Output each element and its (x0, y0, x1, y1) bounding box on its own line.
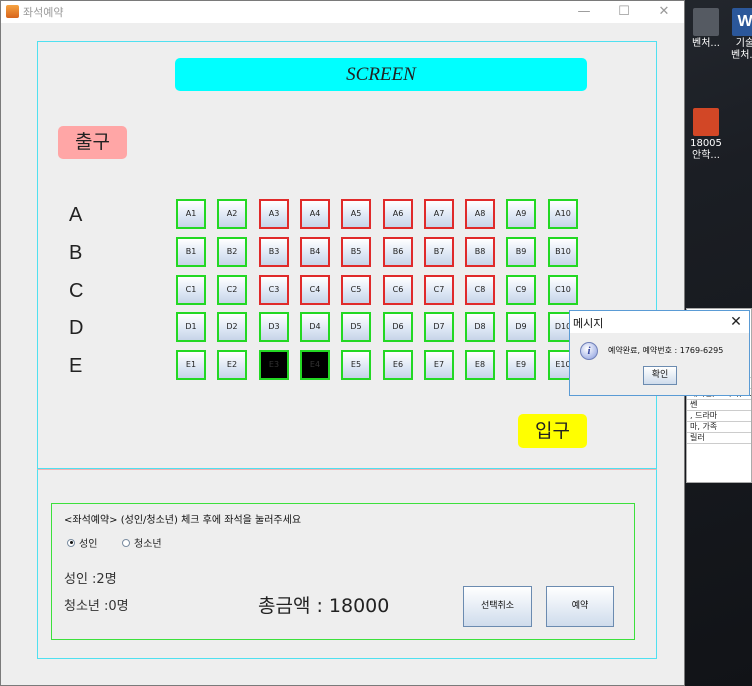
total-amount: 총금액 :18000 (258, 591, 389, 618)
list-item: 릴러 (687, 433, 751, 444)
dialog-title: 메시지 (573, 317, 604, 330)
title-bar[interactable]: 좌석예약 — ☐ ✕ (1, 1, 684, 23)
dialog-ok-button[interactable]: 확인 (643, 366, 677, 385)
seat-button-d7[interactable]: D7 (424, 312, 454, 342)
seat-button-c3[interactable]: C3 (259, 275, 289, 305)
seat-button-a9[interactable]: A9 (506, 199, 536, 229)
radio-youth-label: 청소년 (134, 539, 162, 550)
seat-button-d1[interactable]: D1 (176, 312, 206, 342)
seat-button-a2[interactable]: A2 (217, 199, 247, 229)
seat-button-c4[interactable]: C4 (300, 275, 330, 305)
seat-button-a1[interactable]: A1 (176, 199, 206, 229)
radio-youth[interactable]: 청소년 (122, 535, 162, 550)
folder-icon (693, 8, 719, 36)
seat-button-d2[interactable]: D2 (217, 312, 247, 342)
seat-button-a6[interactable]: A6 (383, 199, 413, 229)
row-label-c: C (69, 280, 84, 302)
entrance-label: 입구 (518, 414, 587, 448)
desktop-icon-label: 18005 안학... (690, 138, 722, 161)
total-label: 총금액 : (258, 595, 323, 617)
seat-button-b7[interactable]: B7 (424, 237, 454, 267)
seat-button-e6[interactable]: E6 (383, 350, 413, 380)
seat-button-a7[interactable]: A7 (424, 199, 454, 229)
row-label-e: E (69, 355, 83, 377)
window-title: 좌석예약 (23, 6, 64, 19)
row-label-d: D (69, 317, 84, 339)
powerpoint-icon (693, 108, 719, 136)
seat-button-e7[interactable]: E7 (424, 350, 454, 380)
dialog-close-button[interactable]: ✕ (727, 312, 745, 332)
seat-button-d3[interactable]: D3 (259, 312, 289, 342)
seat-button-d6[interactable]: D6 (383, 312, 413, 342)
seat-button-c6[interactable]: C6 (383, 275, 413, 305)
dialog-message: 예약완료, 예약번호 : 1769-6295 (608, 346, 724, 355)
seat-button-c2[interactable]: C2 (217, 275, 247, 305)
java-app-icon (6, 5, 19, 18)
list-item: 마, 가족 (687, 422, 751, 433)
instruction-text: <좌석예약> (성인/청소년) 체크 후에 좌석을 눌러주세요 (64, 515, 302, 526)
adult-count: 성인 :2명 (64, 572, 117, 587)
seat-button-e5[interactable]: E5 (341, 350, 371, 380)
seat-button-b2[interactable]: B2 (217, 237, 247, 267)
message-dialog: 메시지 ✕ i 예약완료, 예약번호 : 1769-6295 확인 (569, 310, 750, 396)
seat-button-e4[interactable]: E4 (300, 350, 330, 380)
desktop-ppt-doc[interactable]: 18005 안학... (684, 108, 728, 162)
row-label-a: A (69, 204, 83, 226)
seat-button-b1[interactable]: B1 (176, 237, 206, 267)
seat-button-a8[interactable]: A8 (465, 199, 495, 229)
dialog-title-bar[interactable]: 메시지 ✕ (570, 311, 749, 333)
maximize-button[interactable]: ☐ (609, 2, 639, 22)
seat-button-d5[interactable]: D5 (341, 312, 371, 342)
seat-button-b6[interactable]: B6 (383, 237, 413, 267)
row-label-b: B (69, 242, 83, 264)
list-item: 쎈 (687, 400, 751, 411)
seat-button-a3[interactable]: A3 (259, 199, 289, 229)
seat-button-b10[interactable]: B10 (548, 237, 578, 267)
seat-button-d4[interactable]: D4 (300, 312, 330, 342)
seat-button-d9[interactable]: D9 (506, 312, 536, 342)
seat-button-e3[interactable]: E3 (259, 350, 289, 380)
seat-button-c1[interactable]: C1 (176, 275, 206, 305)
seat-button-a10[interactable]: A10 (548, 199, 578, 229)
seat-button-a4[interactable]: A4 (300, 199, 330, 229)
list-item: , 드라마 (687, 411, 751, 422)
desktop-icon-label: 기술 벤처... (731, 38, 752, 61)
screen-label: SCREEN (175, 58, 587, 91)
seat-button-b9[interactable]: B9 (506, 237, 536, 267)
desktop-shortcut-1[interactable]: 벤처... (684, 8, 728, 50)
cancel-selection-button[interactable]: 선택취소 (463, 586, 532, 627)
seat-button-c7[interactable]: C7 (424, 275, 454, 305)
seat-button-a5[interactable]: A5 (341, 199, 371, 229)
seat-button-d8[interactable]: D8 (465, 312, 495, 342)
radio-unchecked-icon (122, 538, 130, 547)
seat-button-b3[interactable]: B3 (259, 237, 289, 267)
seat-button-c5[interactable]: C5 (341, 275, 371, 305)
seat-button-c9[interactable]: C9 (506, 275, 536, 305)
seat-button-c10[interactable]: C10 (548, 275, 578, 305)
radio-adult-label: 성인 (79, 539, 98, 550)
radio-checked-icon (67, 538, 75, 547)
seat-button-e1[interactable]: E1 (176, 350, 206, 380)
seat-button-b8[interactable]: B8 (465, 237, 495, 267)
reserve-button[interactable]: 예약 (546, 586, 614, 627)
seat-button-c8[interactable]: C8 (465, 275, 495, 305)
desktop-icon-label: 벤처... (692, 38, 720, 49)
youth-count: 청소년 :0명 (64, 599, 129, 614)
seat-button-e9[interactable]: E9 (506, 350, 536, 380)
word-icon: W (732, 8, 752, 36)
seat-button-b4[interactable]: B4 (300, 237, 330, 267)
info-icon: i (580, 342, 598, 360)
exit-label: 출구 (58, 126, 127, 159)
desktop-word-doc[interactable]: W 기술 벤처... (730, 8, 752, 62)
seat-button-e8[interactable]: E8 (465, 350, 495, 380)
minimize-button[interactable]: — (569, 2, 599, 22)
seat-button-e2[interactable]: E2 (217, 350, 247, 380)
radio-adult[interactable]: 성인 (67, 535, 97, 550)
seat-button-b5[interactable]: B5 (341, 237, 371, 267)
close-button[interactable]: ✕ (649, 2, 679, 22)
total-value: 18000 (328, 595, 390, 617)
